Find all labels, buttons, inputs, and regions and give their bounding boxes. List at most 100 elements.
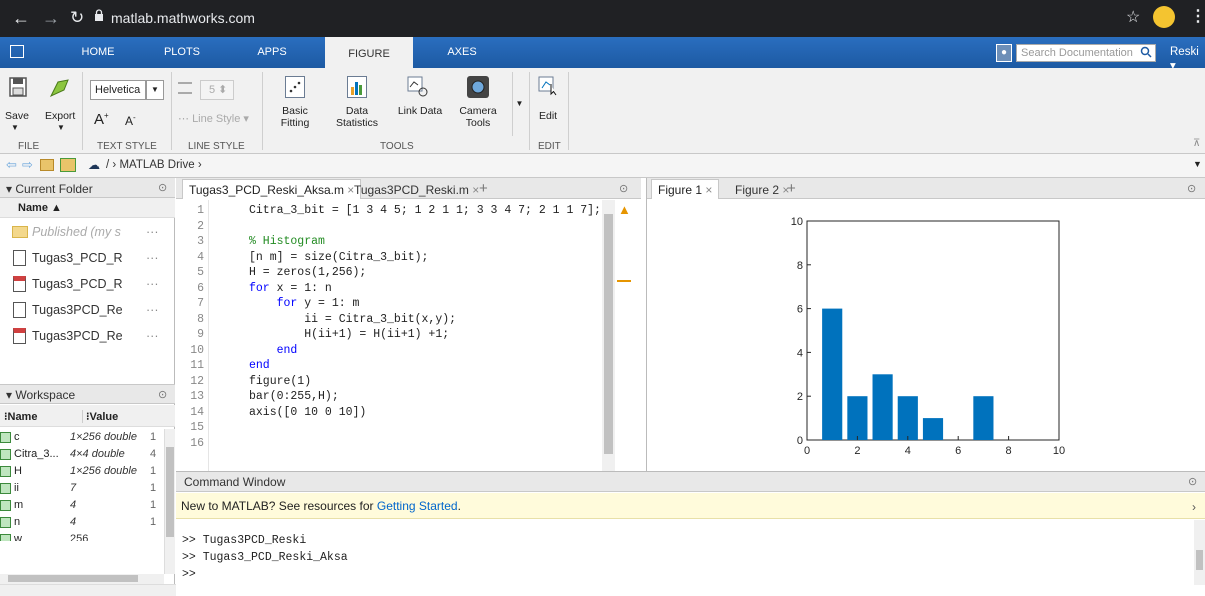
code-area[interactable]: 1 Citra_3_bit = [1 3 4 5; 1 2 1 1; 3 3 4 … bbox=[176, 200, 601, 471]
tab-figure[interactable]: FIGURE bbox=[325, 37, 413, 68]
name-column-header[interactable]: ⁝Name bbox=[4, 410, 37, 423]
list-item[interactable]: Tugas3PCD_Re ··· bbox=[0, 323, 175, 349]
basic-fitting-icon[interactable] bbox=[285, 76, 305, 98]
panel-actions-icon[interactable]: ⊙ bbox=[619, 182, 628, 195]
panel-actions-icon[interactable]: ⊙ bbox=[158, 181, 167, 194]
more-icon[interactable]: ··· bbox=[146, 323, 159, 349]
font-dropdown-icon[interactable]: ▼ bbox=[146, 80, 164, 100]
more-icon[interactable]: ··· bbox=[146, 271, 159, 297]
forward-folder-icon[interactable]: ⇨ bbox=[22, 157, 33, 173]
code-line[interactable]: 14 axis([0 10 0 10]) bbox=[176, 406, 601, 422]
address-url[interactable]: matlab.mathworks.com bbox=[111, 10, 255, 26]
close-icon[interactable]: × bbox=[705, 183, 712, 197]
getting-started-link[interactable]: Getting Started bbox=[377, 499, 458, 513]
tab-home[interactable]: HOME bbox=[70, 37, 126, 68]
reload-icon[interactable]: ↻ bbox=[70, 8, 84, 28]
link-data-icon[interactable] bbox=[405, 74, 429, 98]
table-row[interactable]: Citra_3... 4×4 double 4 bbox=[0, 446, 164, 463]
tools-gallery-dropdown-icon[interactable]: ▼ bbox=[512, 72, 526, 136]
command-output[interactable]: >> Tugas3PCD_Reski >> Tugas3_PCD_Reski_A… bbox=[182, 532, 348, 583]
code-line[interactable]: 10 end bbox=[176, 344, 601, 360]
data-statistics-icon[interactable] bbox=[347, 76, 367, 98]
star-icon[interactable]: ☆ bbox=[1126, 7, 1140, 27]
table-row[interactable]: ii 7 1 bbox=[0, 480, 164, 497]
editor-tab[interactable]: Tugas3PCD_Reski.m × bbox=[348, 180, 485, 199]
new-figure-tab-icon[interactable]: + bbox=[787, 180, 796, 197]
basic-fitting-button[interactable]: Basic Fitting bbox=[276, 105, 314, 129]
table-row[interactable]: n 4 1 bbox=[0, 514, 164, 531]
figure-tab-active[interactable]: Figure 1 × bbox=[651, 179, 720, 199]
data-statistics-button[interactable]: Data Statistics bbox=[332, 105, 382, 129]
chart-bar[interactable] bbox=[922, 418, 944, 440]
chart-bar[interactable] bbox=[822, 308, 843, 440]
code-line[interactable]: 15 bbox=[176, 421, 601, 437]
line-width-spinner[interactable]: 5 ⬍ bbox=[200, 80, 234, 100]
scrollbar-thumb[interactable] bbox=[604, 214, 613, 454]
scrollbar-thumb[interactable] bbox=[8, 575, 138, 582]
breadcrumb-matlab-drive[interactable]: MATLAB Drive bbox=[119, 159, 194, 171]
help-icon[interactable]: ● bbox=[996, 44, 1012, 62]
chart-bar[interactable] bbox=[973, 396, 994, 440]
table-row[interactable]: H 1×256 double 1 bbox=[0, 463, 164, 480]
save-button[interactable]: Save bbox=[5, 110, 29, 122]
back-folder-icon[interactable]: ⇦ bbox=[6, 157, 17, 173]
list-item[interactable]: Tugas3_PCD_R ··· bbox=[0, 245, 175, 271]
export-button[interactable]: Export bbox=[45, 110, 75, 122]
new-tab-icon[interactable]: + bbox=[479, 180, 488, 197]
code-line[interactable]: 13 bar(0:255,H); bbox=[176, 390, 601, 406]
code-line[interactable]: 4 [n m] = size(Citra_3_bit); bbox=[176, 251, 601, 267]
increase-font-icon[interactable]: A+ bbox=[94, 111, 109, 128]
back-icon[interactable]: ← bbox=[12, 8, 30, 28]
code-line[interactable]: 9 H(ii+1) = H(ii+1) +1; bbox=[176, 328, 601, 344]
banner-expand-icon[interactable]: › bbox=[1192, 500, 1196, 514]
code-line[interactable]: 7 for y = 1: m bbox=[176, 297, 601, 313]
up-folder-icon[interactable] bbox=[40, 159, 54, 171]
camera-tools-button[interactable]: Camera Tools bbox=[453, 105, 503, 129]
warning-marker[interactable] bbox=[617, 280, 631, 282]
code-line[interactable]: 5 H = zeros(1,256); bbox=[176, 266, 601, 282]
editor-tab-active[interactable]: Tugas3_PCD_Reski_Aksa.m × bbox=[182, 179, 362, 199]
matlab-window-icon[interactable] bbox=[10, 45, 24, 58]
chart-bar[interactable] bbox=[872, 374, 893, 440]
decrease-font-icon[interactable]: A- bbox=[125, 113, 136, 128]
more-icon[interactable]: ··· bbox=[146, 219, 159, 245]
save-dropdown-icon[interactable]: ▼ bbox=[11, 123, 19, 132]
figure-tab[interactable]: Figure 2 × bbox=[729, 180, 795, 199]
chart-bar[interactable] bbox=[847, 396, 868, 440]
panel-actions-icon[interactable]: ⊙ bbox=[158, 388, 167, 401]
export-icon[interactable] bbox=[48, 76, 72, 100]
tab-axes[interactable]: AXES bbox=[434, 37, 490, 68]
editor-vertical-scrollbar[interactable] bbox=[602, 200, 615, 471]
collapse-ribbon-icon[interactable]: ⊼ bbox=[1193, 138, 1200, 149]
code-line[interactable]: 12 figure(1) bbox=[176, 375, 601, 391]
line-style-select[interactable]: ⋯ Line Style ▾ bbox=[178, 112, 249, 125]
tab-apps[interactable]: APPS bbox=[250, 37, 294, 68]
link-data-button[interactable]: Link Data bbox=[395, 105, 445, 117]
chart-bar[interactable] bbox=[897, 396, 918, 440]
font-select[interactable]: Helvetica bbox=[90, 80, 146, 100]
warning-icon[interactable]: ▲ bbox=[618, 202, 631, 217]
export-dropdown-icon[interactable]: ▼ bbox=[57, 123, 65, 132]
table-row[interactable]: c 1×256 double 1 bbox=[0, 429, 164, 446]
save-icon[interactable] bbox=[8, 76, 28, 98]
code-line[interactable]: 16 bbox=[176, 437, 601, 453]
bar-chart[interactable]: 0 2 4 6 8 10 0 2 4 6 8 10 bbox=[647, 200, 1205, 471]
edit-button[interactable]: Edit bbox=[539, 110, 557, 122]
profile-avatar[interactable] bbox=[1153, 6, 1175, 28]
browser-menu-icon[interactable]: ⋮ bbox=[1190, 6, 1205, 26]
table-row[interactable]: w 256 bbox=[0, 531, 164, 541]
command-prompt[interactable]: >> bbox=[182, 566, 348, 583]
table-row[interactable]: m 4 1 bbox=[0, 497, 164, 514]
address-dropdown-icon[interactable]: ▼ bbox=[1193, 159, 1202, 169]
code-line[interactable]: 11 end bbox=[176, 359, 601, 375]
scrollbar-thumb[interactable] bbox=[166, 447, 174, 537]
command-vertical-scrollbar[interactable] bbox=[1194, 520, 1205, 585]
scrollbar-thumb[interactable] bbox=[1196, 550, 1203, 570]
panel-actions-icon[interactable]: ⊙ bbox=[1188, 475, 1197, 488]
list-item[interactable]: Tugas3_PCD_R ··· bbox=[0, 271, 175, 297]
workspace-horizontal-scrollbar[interactable] bbox=[0, 574, 164, 584]
camera-tools-icon[interactable] bbox=[467, 76, 489, 98]
tab-plots[interactable]: PLOTS bbox=[158, 37, 206, 68]
code-line[interactable]: 6 for x = 1: n bbox=[176, 282, 601, 298]
more-icon[interactable]: ··· bbox=[146, 245, 159, 271]
